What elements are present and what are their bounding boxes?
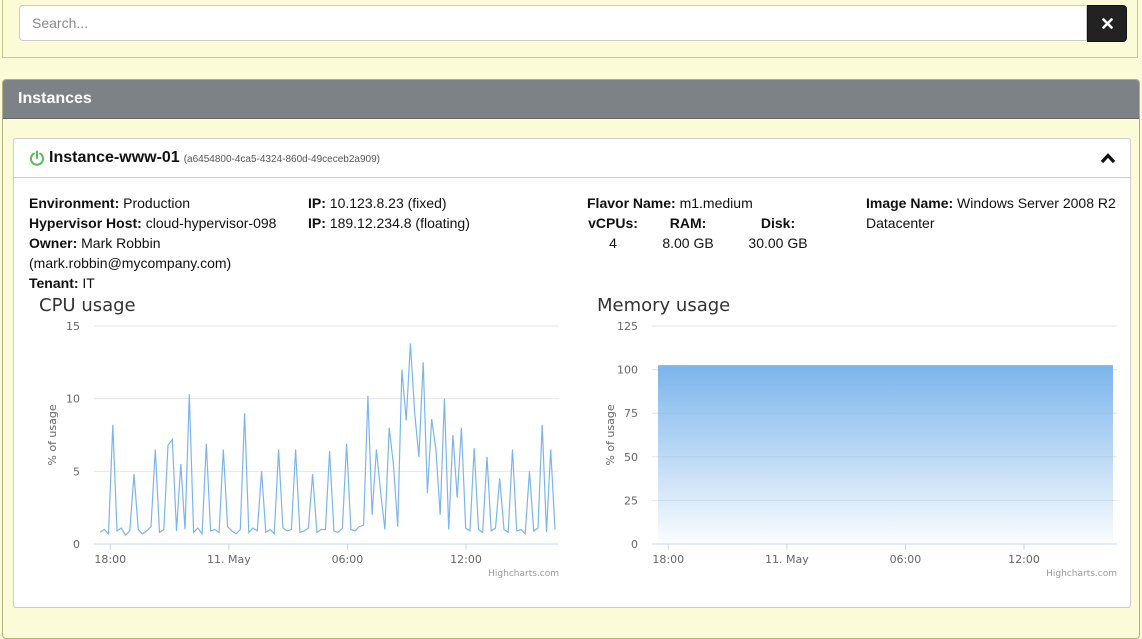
environment-label: Environment: [29,195,120,211]
vcpus-label: vCPUs: [588,215,638,231]
ram-value: 8.00 GB [662,235,714,251]
y-tick-label: 15 [66,320,80,333]
y-tick-label: 50 [624,451,638,464]
x-tick-label: 18:00 [652,553,684,566]
search-bar [2,0,1138,58]
instance-name: Instance-www-01 [49,149,180,166]
close-icon [1101,18,1113,29]
y-axis-label: % of usage [46,404,59,465]
vcpus-value: 4 [609,235,617,251]
ip-label: IP: [308,195,326,211]
y-tick-label: 25 [624,494,638,507]
collapse-button[interactable] [1100,151,1116,165]
y-axis-label: % of usage [604,404,617,465]
memory-chart: Memory usage 0 25 50 75 100 125 % of usage 18:0… [587,289,1127,599]
x-tick-label: 12:00 [1008,553,1040,566]
memory-chart-title: Memory usage [597,295,731,316]
instance-header[interactable]: Instance-www-01 (a6454800-4ca5-4324-860d… [14,139,1130,178]
instance-network: IP: 10.123.8.23 (fixed) IP: 189.12.234.8… [308,193,568,233]
chart-credits: Highcharts.com [1046,569,1117,579]
cpu-chart-title: CPU usage [39,295,136,316]
flavor-specs: vCPUs: RAM: Disk: 4 8.00 GB 30.00 GB [583,213,857,253]
y-tick-label: 5 [73,465,80,478]
flavor-value: m1.medium [679,195,753,211]
x-tick-label: 18:00 [94,553,126,566]
search-input[interactable] [19,5,1087,41]
y-tick-label: 75 [624,407,638,420]
environment-value: Production [123,195,191,211]
disk-label: Disk: [760,215,796,231]
ram-label: RAM: [669,215,707,231]
chart-credits: Highcharts.com [488,569,559,579]
chevron-up-icon [1100,153,1116,164]
memory-area [658,366,1113,544]
image-label: Image Name: [866,195,954,211]
instances-panel: Instances Instance-www-01 (a6454800-4ca5… [2,79,1140,639]
clear-search-button[interactable] [1087,5,1127,42]
x-tick-label: 11. May [207,553,251,566]
power-icon [30,150,44,166]
panel-title: Instances [3,80,1139,119]
y-tick-label: 125 [617,320,638,333]
y-tick-label: 100 [617,364,638,377]
instance-image: Image Name: Windows Server 2008 R2 Datac… [866,193,1126,233]
ip-fixed: 10.123.8.23 (fixed) [329,195,447,211]
cpu-chart: CPU usage 0 5 10 15 % of usage 18:00 11. May 06… [29,289,569,599]
y-tick-label: 0 [631,538,638,551]
flavor-label: Flavor Name: [587,195,676,211]
memory-chart-plot: 0 25 50 75 100 125 % of usage 18:00 11. May 06:00… [604,320,1117,579]
y-tick-label: 0 [73,538,80,551]
y-tick-label: 10 [66,393,80,406]
x-tick-label: 12:00 [450,553,482,566]
cpu-line [99,343,556,537]
x-tick-label: 06:00 [890,553,922,566]
x-tick-label: 11. May [765,553,809,566]
instance-card: Instance-www-01 (a6454800-4ca5-4324-860d… [13,138,1131,608]
hypervisor-label: Hypervisor Host: [29,215,142,231]
ip-label: IP: [308,215,326,231]
instance-id: (a6454800-4ca5-4324-860d-49ceceb2a909) [183,154,380,165]
ip-floating: 189.12.234.8 (floating) [329,215,470,231]
owner-email: (mark.robbin@mycompany.com) [29,255,232,271]
owner-value: Mark Robbin [81,235,161,251]
instance-flavor: Flavor Name: m1.medium vCPUs: RAM: Disk:… [587,193,857,253]
x-tick-label: 06:00 [332,553,364,566]
disk-value: 30.00 GB [748,235,808,251]
owner-label: Owner: [29,235,78,251]
cpu-chart-plot: 0 5 10 15 % of usage 18:00 11. May 06:00 12:00 Hi… [46,320,559,579]
hypervisor-value: cloud-hypervisor-098 [145,215,277,231]
instance-details-left: Environment: Production Hypervisor Host:… [29,193,299,293]
